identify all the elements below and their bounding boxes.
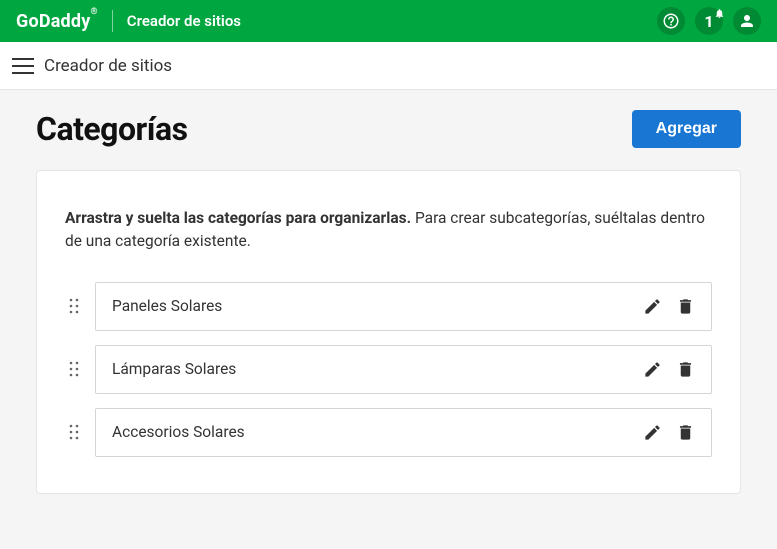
notification-count: 1 [704, 12, 713, 31]
help-button[interactable] [657, 7, 685, 35]
brand-logo[interactable]: GoDaddy® [16, 11, 98, 32]
category-box[interactable]: Accesorios Solares [95, 408, 712, 457]
subbar-title: Creador de sitios [44, 56, 172, 76]
category-row: Paneles Solares [65, 282, 712, 331]
category-list: Paneles Solares Lámparas Solares Accesorio… [65, 282, 712, 457]
edit-category-button[interactable] [643, 297, 662, 316]
drag-handle[interactable] [65, 408, 83, 457]
category-name: Lámparas Solares [112, 360, 643, 378]
bell-icon [714, 4, 725, 23]
top-navigation-bar: GoDaddy® Creador de sitios 1 [0, 0, 777, 42]
category-row: Lámparas Solares [65, 345, 712, 394]
drag-handle[interactable] [65, 282, 83, 331]
menu-toggle-button[interactable] [12, 58, 34, 74]
question-icon [662, 12, 680, 30]
category-box[interactable]: Paneles Solares [95, 282, 712, 331]
sub-navigation-bar: Creador de sitios [0, 42, 777, 90]
add-category-button[interactable]: Agregar [632, 110, 741, 148]
category-box[interactable]: Lámparas Solares [95, 345, 712, 394]
edit-category-button[interactable] [643, 360, 662, 379]
delete-category-button[interactable] [676, 297, 695, 316]
notifications-button[interactable]: 1 [695, 7, 723, 35]
delete-category-button[interactable] [676, 423, 695, 442]
categories-card: Arrastra y suelta las categorías para or… [36, 170, 741, 494]
brand-product-name[interactable]: Creador de sitios [127, 12, 241, 30]
category-row: Accesorios Solares [65, 408, 712, 457]
page-title: Categorías [36, 110, 188, 148]
brand-divider [112, 10, 113, 32]
category-name: Paneles Solares [112, 297, 643, 315]
category-name: Accesorios Solares [112, 423, 643, 441]
instructions-bold: Arrastra y suelta las categorías para or… [65, 209, 411, 227]
instructions-text: Arrastra y suelta las categorías para or… [65, 207, 712, 254]
delete-category-button[interactable] [676, 360, 695, 379]
edit-category-button[interactable] [643, 423, 662, 442]
drag-handle[interactable] [65, 345, 83, 394]
person-icon [738, 12, 756, 30]
account-button[interactable] [733, 7, 761, 35]
